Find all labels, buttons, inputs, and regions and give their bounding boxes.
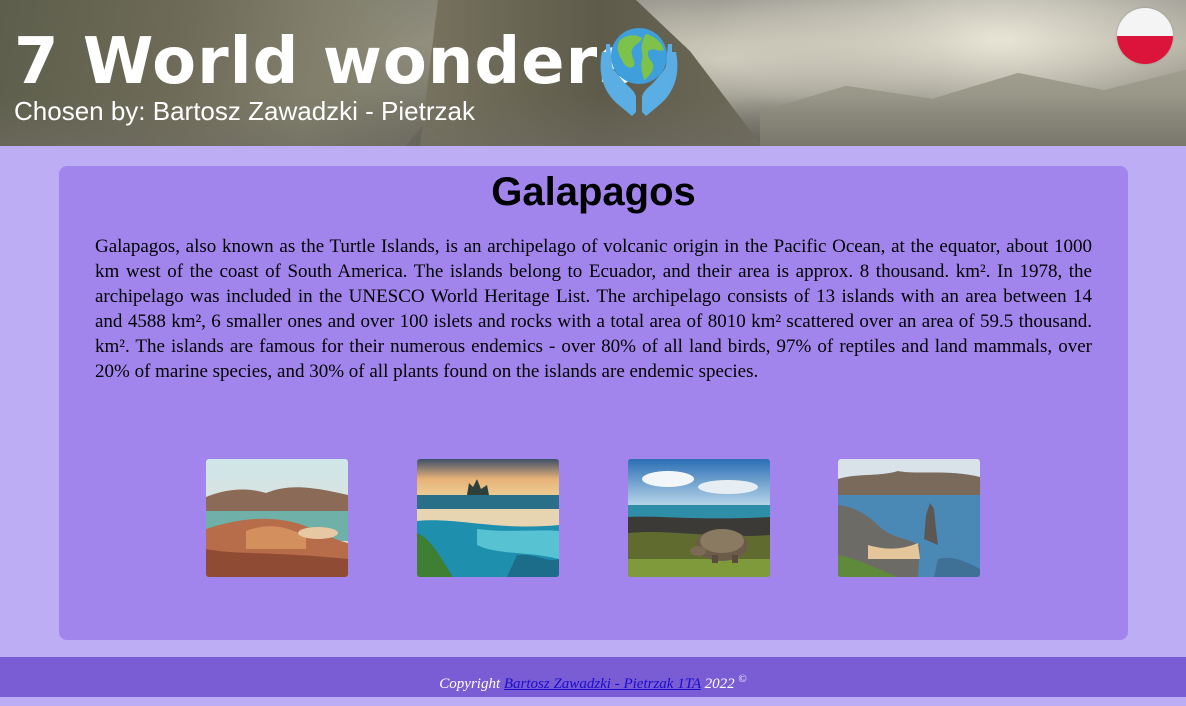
- language-flag-button[interactable]: [1117, 8, 1173, 64]
- gallery-photo-beach[interactable]: [417, 459, 559, 577]
- header-banner: 7 World wonders Chosen by: Bartosz Zawad…: [0, 0, 1186, 146]
- content-card: Galapagos Galapagos, also known as the T…: [59, 166, 1128, 640]
- photo-gallery: [59, 459, 1128, 577]
- footer: Copyright Bartosz Zawadzki - Pietrzak 1T…: [0, 657, 1186, 697]
- description-text: Galapagos, also known as the Turtle Isla…: [95, 236, 1092, 382]
- gallery-photo-tortoise[interactable]: [628, 459, 770, 577]
- footer-copyright-label: Copyright: [439, 676, 501, 692]
- gallery-photo-pinnacle[interactable]: [838, 459, 980, 577]
- footer-year: 2022: [704, 676, 735, 692]
- page-heading: Galapagos: [491, 170, 696, 214]
- footer-author-link[interactable]: Bartosz Zawadzki - Pietrzak 1TA: [504, 676, 701, 692]
- copyright-symbol-icon: ©: [738, 673, 747, 685]
- globe-in-hands-icon: [600, 28, 678, 116]
- gallery-photo-bay[interactable]: [206, 459, 348, 577]
- site-title: 7 World wonders: [14, 25, 638, 99]
- site-subtitle: Chosen by: Bartosz Zawadzki - Pietrzak: [14, 96, 475, 126]
